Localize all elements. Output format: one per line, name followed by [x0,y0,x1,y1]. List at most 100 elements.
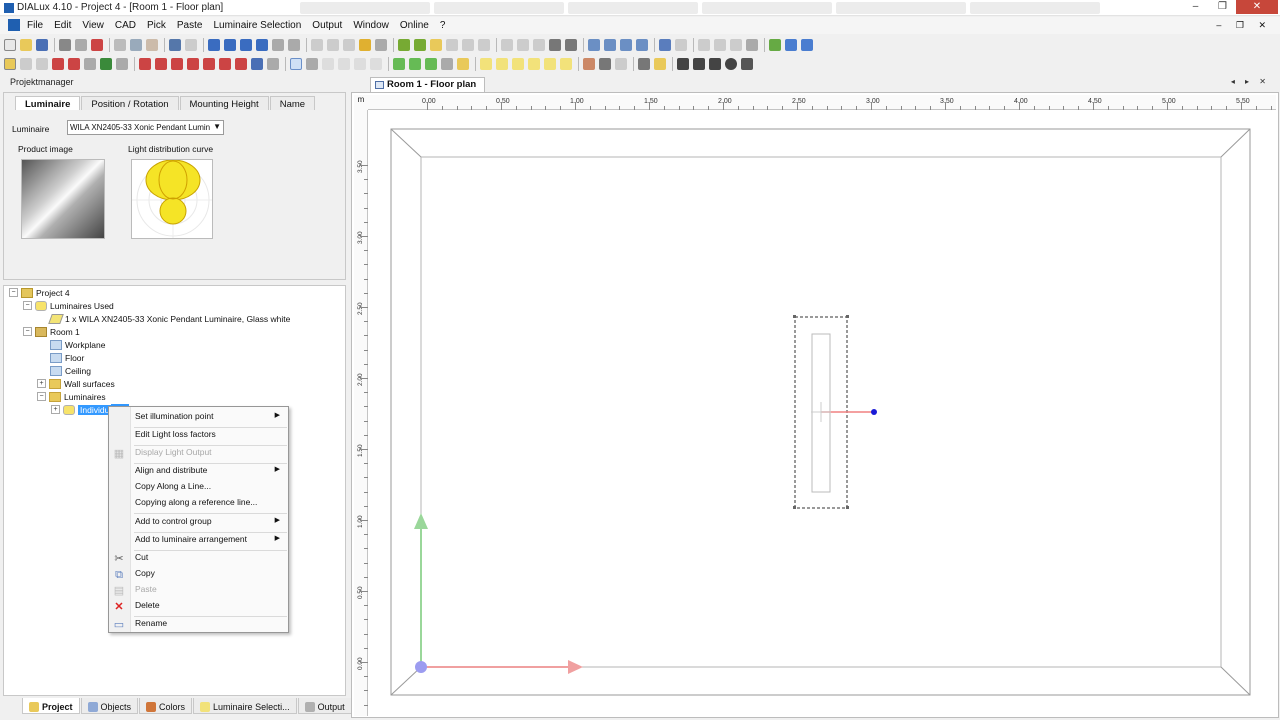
tool-icon[interactable] [327,38,339,51]
undo-icon[interactable] [169,38,181,51]
tab-room-floor-plan[interactable]: Room 1 - Floor plan [370,77,486,92]
tool-icon[interactable] [544,57,556,70]
tool-icon[interactable] [746,38,758,51]
menu-luminaire-selection[interactable]: Luminaire Selection [213,20,301,31]
grid-icon[interactable] [604,38,616,51]
circle-icon[interactable] [725,57,737,70]
menu-item-copy-along-line[interactable]: Copy Along a Line... [135,481,285,495]
tool-icon[interactable] [375,38,387,51]
expand-icon[interactable]: + [51,405,60,414]
menu-pick[interactable]: Pick [147,20,166,31]
tool-icon[interactable] [533,38,545,51]
table-icon[interactable] [659,38,671,51]
mdi-controls[interactable]: – ❐ ✕ [1216,20,1272,31]
tool-icon[interactable] [84,57,96,70]
view-fit-icon[interactable] [272,38,284,51]
measure-icon[interactable] [565,38,577,51]
tool-icon[interactable] [698,38,710,51]
view-side-icon[interactable] [240,38,252,51]
tree-node-wall-surfaces[interactable]: + Wall surfaces [37,377,115,390]
tool-icon[interactable] [512,57,524,70]
redo-icon[interactable] [185,38,197,51]
tool-icon[interactable] [354,57,366,70]
menu-item-copy[interactable]: Copy [135,568,285,582]
columns-icon[interactable] [801,38,813,51]
measure-icon[interactable] [549,38,561,51]
tool-icon[interactable] [517,38,529,51]
menu-item-rename[interactable]: Rename [135,618,285,632]
tool-icon[interactable] [480,57,492,70]
tool-icon[interactable] [441,57,453,70]
tool-icon[interactable] [171,57,183,70]
tree-node-luminaires-used[interactable]: − Luminaires Used [23,299,114,312]
columns-icon[interactable] [785,38,797,51]
tool-icon[interactable] [370,57,382,70]
tool-icon[interactable] [235,57,247,70]
tree-node-floor[interactable]: Floor [50,351,84,364]
print-icon[interactable] [59,38,71,51]
wand-icon[interactable] [359,38,371,51]
tool-icon[interactable] [267,57,279,70]
tool-icon[interactable] [496,57,508,70]
floor-plan-canvas[interactable] [369,111,1275,716]
print-preview-icon[interactable] [75,38,87,51]
menu-online[interactable]: Online [400,20,429,31]
tab-position-rotation[interactable]: Position / Rotation [81,96,179,110]
tool-icon[interactable] [36,57,48,70]
line-icon[interactable] [677,57,689,70]
new-file-icon[interactable] [4,38,16,51]
tool-icon[interactable] [52,57,64,70]
tab-objects[interactable]: Objects [80,698,139,714]
menu-window[interactable]: Window [353,20,389,31]
menu-file[interactable]: File [27,20,43,31]
tool-icon[interactable] [393,57,405,70]
tab-colors[interactable]: Colors [139,698,193,714]
tool-icon[interactable] [155,57,167,70]
tab-mounting-height[interactable]: Mounting Height [179,96,269,110]
collapse-icon[interactable]: − [23,327,32,336]
tool-icon[interactable] [714,38,726,51]
grid-icon[interactable] [741,57,753,70]
tool-icon[interactable] [615,57,627,70]
pointer-icon[interactable] [290,57,302,70]
view-floor-icon[interactable] [224,38,236,51]
tool-icon[interactable] [139,57,151,70]
open-folder-icon[interactable] [20,38,32,51]
tool-icon[interactable] [251,57,263,70]
menu-help[interactable]: ? [440,20,446,31]
tab-project[interactable]: Project [22,698,80,714]
tool-icon[interactable] [769,38,781,51]
menu-view[interactable]: View [82,20,104,31]
copy-icon[interactable] [130,38,142,51]
tree-node-luminaire-entry[interactable]: 1 x WILA XN2405-33 Xonic Pendant Luminai… [48,312,290,325]
tool-icon[interactable] [654,57,666,70]
tool-icon[interactable] [730,38,742,51]
tab-output[interactable]: Output [297,698,352,714]
tool-icon[interactable] [478,38,490,51]
pdf-icon[interactable] [91,38,103,51]
curve-icon[interactable] [709,57,721,70]
close-button[interactable]: ✕ [1236,0,1278,14]
menu-item-delete[interactable]: Delete [135,600,285,614]
cubes-icon[interactable] [414,38,426,51]
cube-icon[interactable] [398,38,410,51]
tool-icon[interactable] [501,38,513,51]
view-3d-icon[interactable] [208,38,220,51]
menu-paste[interactable]: Paste [177,20,203,31]
grid-icon[interactable] [588,38,600,51]
tab-luminaire[interactable]: Luminaire [15,96,81,110]
tool-icon[interactable] [425,57,437,70]
tool-icon[interactable] [100,57,112,70]
minimize-button[interactable]: – [1182,0,1209,14]
menu-item-set-illumination-point[interactable]: Set illumination point ▶ [135,411,285,425]
maximize-button[interactable]: ❐ [1209,0,1236,14]
tool-icon[interactable] [68,57,80,70]
collapse-icon[interactable]: − [23,301,32,310]
grid-icon[interactable] [636,38,648,51]
tool-icon[interactable] [20,57,32,70]
tool-icon[interactable] [599,57,611,70]
menu-item-edit-light-loss[interactable]: Edit Light loss factors [135,429,285,443]
tool-icon[interactable] [203,57,215,70]
menu-item-add-luminaire-arrangement[interactable]: Add to luminaire arrangement ▶ [135,534,285,548]
tool-icon[interactable] [409,57,421,70]
